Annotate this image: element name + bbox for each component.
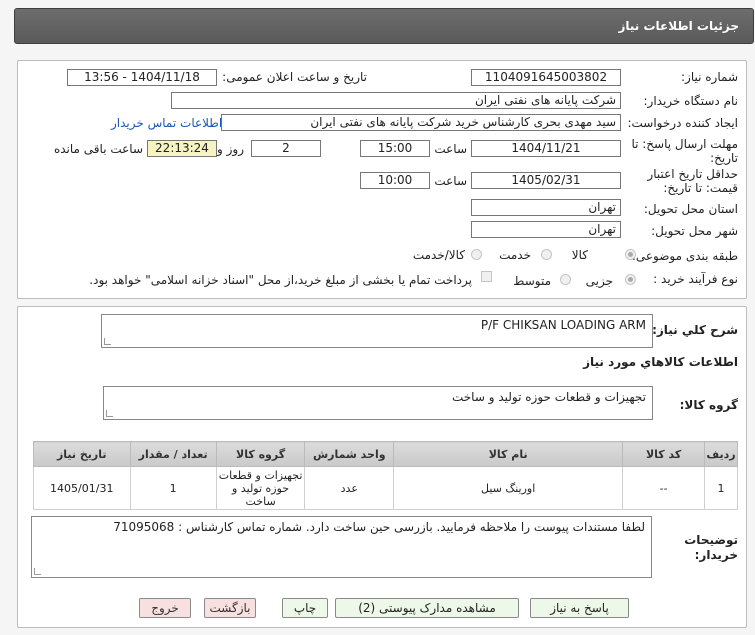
cell-unit: عدد bbox=[304, 466, 395, 510]
announce-field: 1404/11/18 - 13:56 bbox=[67, 69, 217, 86]
notes-label-2: خریدار: bbox=[694, 548, 738, 562]
treasury-payment-note: پرداخت تمام یا بخشی از مبلغ خرید،از محل … bbox=[89, 273, 472, 287]
col-unit: واحد شمارش bbox=[304, 441, 395, 467]
process-minor-radio[interactable] bbox=[625, 274, 636, 285]
deadline-time-label: ساعت bbox=[434, 142, 467, 156]
resize-grip-icon bbox=[34, 568, 41, 575]
col-code: کد کالا bbox=[622, 441, 706, 467]
print-button[interactable]: چاپ bbox=[282, 598, 328, 618]
page-header: جزئیات اطلاعات نیاز bbox=[14, 8, 754, 44]
cell-name: اورینگ سیل bbox=[393, 466, 624, 510]
cell-qty: 1 bbox=[129, 466, 217, 510]
goods-info-heading: اطلاعات کالاهاي مورد نياز bbox=[583, 355, 738, 369]
buyer-org-field: شرکت پایانه های نفتی ایران bbox=[171, 92, 621, 109]
deadline-label-1: مهلت ارسال پاسخ: تا bbox=[631, 137, 738, 151]
back-button[interactable]: بازگشت bbox=[204, 598, 256, 618]
validity-time-field: 10:00 bbox=[360, 172, 430, 189]
summary-textarea[interactable]: P/F CHIKSAN LOADING ARM bbox=[101, 314, 653, 348]
buyer-notes-text: لطفا مستندات پیوست را ملاحظه فرمایید. با… bbox=[113, 520, 645, 534]
cell-date: 1405/01/31 bbox=[33, 466, 131, 510]
validity-label-2: قیمت: تا تاریخ: bbox=[663, 181, 738, 195]
deadline-label-2: تاریخ: bbox=[710, 151, 738, 165]
category-label: طبقه بندی موضوعی: bbox=[631, 249, 738, 263]
treasury-payment-checkbox[interactable] bbox=[481, 271, 492, 282]
col-date: تاریخ نیاز bbox=[33, 441, 131, 467]
exit-button[interactable]: خروج bbox=[139, 598, 191, 618]
goods-group-textarea[interactable]: تجهیزات و قطعات حوزه تولید و ساخت bbox=[103, 386, 653, 420]
category-both-radio[interactable] bbox=[471, 249, 482, 260]
notes-label-1: توضیحات bbox=[684, 533, 738, 547]
items-table: ردیف کد کالا نام کالا واحد شمارش گروه کا… bbox=[33, 441, 738, 510]
col-group: گروه کالا bbox=[215, 441, 306, 467]
items-table-header: ردیف کد کالا نام کالا واحد شمارش گروه کا… bbox=[33, 441, 738, 467]
category-both-label: کالا/خدمت bbox=[412, 248, 465, 262]
contact-buyer-link[interactable]: اطلاعات تماس خریدار bbox=[111, 116, 222, 130]
days-label: روز و bbox=[217, 142, 244, 156]
cell-code: -- bbox=[622, 466, 706, 510]
days-field: 2 bbox=[251, 140, 321, 157]
buyer-org-label: نام دستگاه خریدار: bbox=[643, 94, 739, 108]
process-medium-radio[interactable] bbox=[560, 274, 571, 285]
category-service-radio[interactable] bbox=[541, 249, 552, 260]
process-minor-label: جزیی bbox=[585, 274, 613, 288]
creator-field: سید مهدی بحری کارشناس خرید شرکت پایانه ه… bbox=[221, 114, 621, 131]
need-number-field: 1104091645003802 bbox=[471, 69, 621, 86]
goods-group-label: گروه کالا: bbox=[679, 398, 738, 412]
announce-label: تاریخ و ساعت اعلان عمومی: bbox=[222, 70, 367, 84]
remaining-label: ساعت باقی مانده bbox=[53, 142, 143, 156]
city-label: شهر محل تحویل: bbox=[651, 224, 738, 238]
creator-label: ایجاد کننده درخواست: bbox=[627, 116, 738, 130]
col-row: ردیف bbox=[704, 441, 738, 467]
cell-row: 1 bbox=[704, 466, 738, 510]
goods-group-text: تجهیزات و قطعات حوزه تولید و ساخت bbox=[451, 390, 646, 404]
validity-time-label: ساعت bbox=[434, 174, 467, 188]
col-name: نام کالا bbox=[393, 441, 624, 467]
reply-button[interactable]: پاسخ به نیاز bbox=[530, 598, 629, 618]
deadline-time-field: 15:00 bbox=[360, 140, 430, 157]
category-service-label: خدمت bbox=[499, 248, 531, 262]
summary-label: شرح کلي نياز: bbox=[652, 323, 738, 337]
city-field: تهران bbox=[471, 221, 621, 238]
buyer-notes-textarea[interactable]: لطفا مستندات پیوست را ملاحظه فرمایید. با… bbox=[31, 516, 652, 578]
need-number-label: شماره نیاز: bbox=[681, 70, 738, 84]
summary-text: P/F CHIKSAN LOADING ARM bbox=[480, 318, 646, 332]
col-qty: تعداد / مقدار bbox=[129, 441, 217, 467]
resize-grip-icon bbox=[106, 410, 113, 417]
deadline-date-field: 1404/11/21 bbox=[471, 140, 621, 157]
process-medium-label: متوسط bbox=[513, 274, 551, 288]
process-label: نوع فرآیند خرید : bbox=[653, 272, 738, 286]
page-title: جزئیات اطلاعات نیاز bbox=[618, 19, 739, 33]
remaining-time-field: 22:13:24 bbox=[147, 140, 217, 157]
validity-label-1: حداقل تاریخ اعتبار bbox=[647, 167, 738, 181]
province-label: استان محل تحویل: bbox=[643, 202, 738, 216]
view-attachments-button[interactable]: مشاهده مدارک پیوستی (2) bbox=[335, 598, 519, 618]
resize-grip-icon bbox=[104, 338, 111, 345]
table-row: 1 -- اورینگ سیل عدد تجهیزات و قطعات حوزه… bbox=[33, 466, 738, 510]
province-field: تهران bbox=[471, 199, 621, 216]
category-goods-label: کالا bbox=[571, 248, 588, 262]
cell-group: تجهیزات و قطعات حوزه تولید و ساخت bbox=[215, 466, 306, 510]
validity-date-field: 1405/02/31 bbox=[471, 172, 621, 189]
category-goods-radio[interactable] bbox=[625, 249, 636, 260]
